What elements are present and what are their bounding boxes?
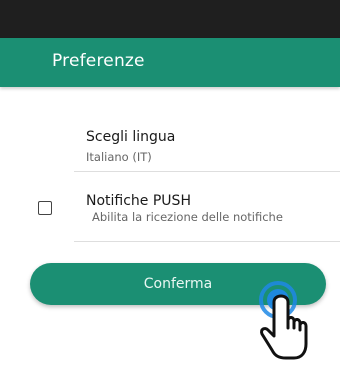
- preferences-screen: Preferenze Scegli lingua Italiano (IT) N…: [0, 0, 340, 377]
- push-notifications-description: Abilita la ricezione delle notifiche: [92, 210, 283, 224]
- status-bar: [0, 0, 340, 38]
- confirm-button[interactable]: Conferma: [30, 263, 326, 305]
- page-title: Preferenze: [52, 51, 145, 71]
- language-setting-item[interactable]: Scegli lingua Italiano (IT): [0, 120, 340, 172]
- language-setting-title: Scegli lingua: [86, 129, 176, 145]
- push-notifications-checkbox[interactable]: [38, 201, 52, 215]
- confirm-button-label: Conferma: [143, 276, 213, 292]
- divider: [74, 171, 340, 172]
- push-notifications-title: Notifiche PUSH: [86, 193, 191, 209]
- app-bar: Preferenze: [0, 38, 340, 87]
- language-setting-value: Italiano (IT): [86, 150, 152, 164]
- divider: [74, 241, 340, 242]
